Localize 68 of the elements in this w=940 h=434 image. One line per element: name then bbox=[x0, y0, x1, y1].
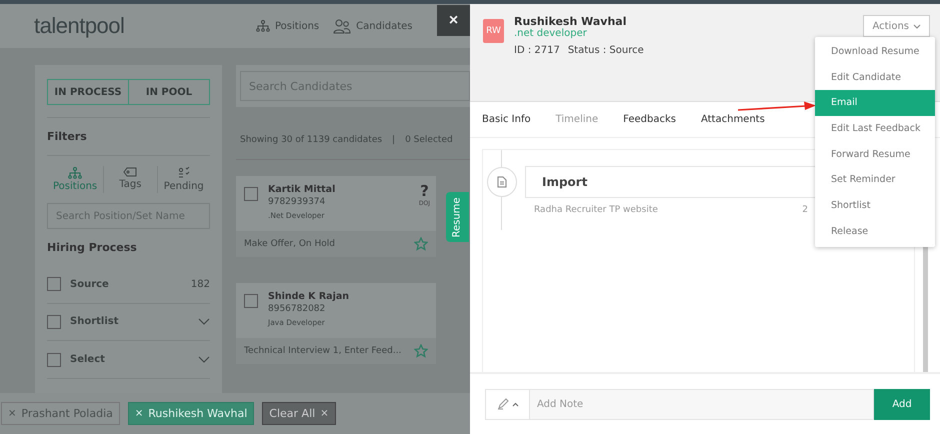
timeline-entry-date: 2 bbox=[802, 205, 808, 215]
chevron-down-icon[interactable] bbox=[198, 356, 210, 364]
menu-item[interactable]: Edit Last Feedback bbox=[815, 116, 935, 142]
tab[interactable]: Feedbacks bbox=[623, 114, 676, 125]
talentpool-logo: talentpool bbox=[34, 13, 126, 39]
menu-item[interactable]: Email bbox=[815, 90, 935, 116]
selected-count: 0 Selected bbox=[405, 135, 453, 145]
filters-title: Filters bbox=[47, 117, 210, 156]
tag-icon bbox=[123, 167, 138, 178]
filter-tab[interactable]: Pending bbox=[158, 166, 210, 194]
clear-all-button[interactable]: Clear All × bbox=[262, 402, 336, 425]
candidate-status: Technical Interview 1, Enter Feed... bbox=[244, 346, 402, 356]
candidate-chip[interactable]: × Prashant Poladia bbox=[1, 402, 120, 425]
stage-label: Source bbox=[70, 278, 110, 290]
star-icon[interactable] bbox=[414, 344, 428, 358]
pencil-icon bbox=[496, 398, 508, 410]
caret-up-icon bbox=[512, 402, 518, 406]
candidate-status: Status : Source bbox=[568, 45, 644, 56]
actions-button[interactable]: Actions bbox=[863, 15, 930, 37]
candidate-chip[interactable]: × Rushikesh Wavhal bbox=[128, 402, 254, 425]
avatar: RW bbox=[483, 19, 504, 43]
card-checkbox[interactable] bbox=[244, 294, 258, 308]
document-icon bbox=[497, 176, 507, 188]
filter-tab[interactable]: Positions bbox=[47, 166, 104, 194]
note-field[interactable]: Add Note bbox=[530, 388, 874, 420]
candidate-name: Rushikesh Wavhal bbox=[514, 15, 628, 28]
stage-checkbox[interactable] bbox=[47, 352, 61, 367]
candidate-phone: 9782939374 bbox=[268, 197, 326, 207]
tab[interactable]: Basic Info bbox=[482, 114, 531, 125]
candidate-id: ID : 2717 bbox=[514, 45, 560, 56]
separator: | bbox=[392, 135, 396, 145]
nav-link[interactable]: Positions bbox=[256, 20, 320, 32]
chevron-down-icon[interactable] bbox=[198, 318, 210, 326]
candidate-role: .net developer bbox=[514, 28, 588, 39]
resume-tab[interactable]: Resume bbox=[446, 192, 469, 242]
nav-link[interactable]: Candidates bbox=[333, 18, 412, 34]
menu-item[interactable]: Download Resume bbox=[815, 39, 935, 65]
hierarchy-icon bbox=[68, 167, 82, 180]
candidate-name: Kartik Mittal bbox=[268, 184, 336, 195]
people-icon bbox=[333, 18, 352, 34]
stage-checkbox[interactable] bbox=[47, 314, 61, 329]
toggle-button[interactable]: IN POOL bbox=[129, 80, 209, 104]
hiring-process-title: Hiring Process bbox=[47, 240, 138, 256]
note-type-button[interactable] bbox=[485, 388, 530, 420]
stage-label: Select bbox=[70, 354, 106, 366]
candidate-name: Shinde K Rajan bbox=[268, 291, 350, 302]
tab[interactable]: Attachments bbox=[700, 114, 765, 125]
candidate-status: Make Offer, On Hold bbox=[244, 239, 335, 249]
people-check-icon bbox=[178, 167, 190, 180]
stage-checkbox[interactable] bbox=[47, 277, 61, 292]
menu-item[interactable]: Edit Candidate bbox=[815, 64, 935, 90]
chevron-down-icon bbox=[913, 24, 921, 28]
doj-value: ? bbox=[420, 182, 429, 200]
stage-label: Shortlist bbox=[70, 316, 120, 328]
card-checkbox[interactable] bbox=[244, 187, 258, 201]
candidate-phone: 8956782082 bbox=[268, 304, 326, 314]
menu-item[interactable]: Release bbox=[815, 218, 935, 244]
tab[interactable]: Timeline bbox=[556, 114, 598, 125]
hierarchy-icon bbox=[256, 20, 270, 32]
filter-tab[interactable]: Tags bbox=[104, 166, 158, 194]
timeline-entry-source: Radha Recruiter TP website bbox=[534, 205, 658, 215]
star-icon[interactable] bbox=[414, 237, 428, 251]
stage-count: 182 bbox=[190, 278, 210, 290]
results-summary: Showing 30 of 1139 candidates bbox=[240, 135, 382, 145]
close-button[interactable]: × bbox=[437, 5, 470, 36]
menu-item[interactable]: Forward Resume bbox=[815, 142, 935, 168]
add-button[interactable]: Add bbox=[874, 388, 930, 420]
toggle-button[interactable]: IN PROCESS bbox=[48, 80, 129, 104]
